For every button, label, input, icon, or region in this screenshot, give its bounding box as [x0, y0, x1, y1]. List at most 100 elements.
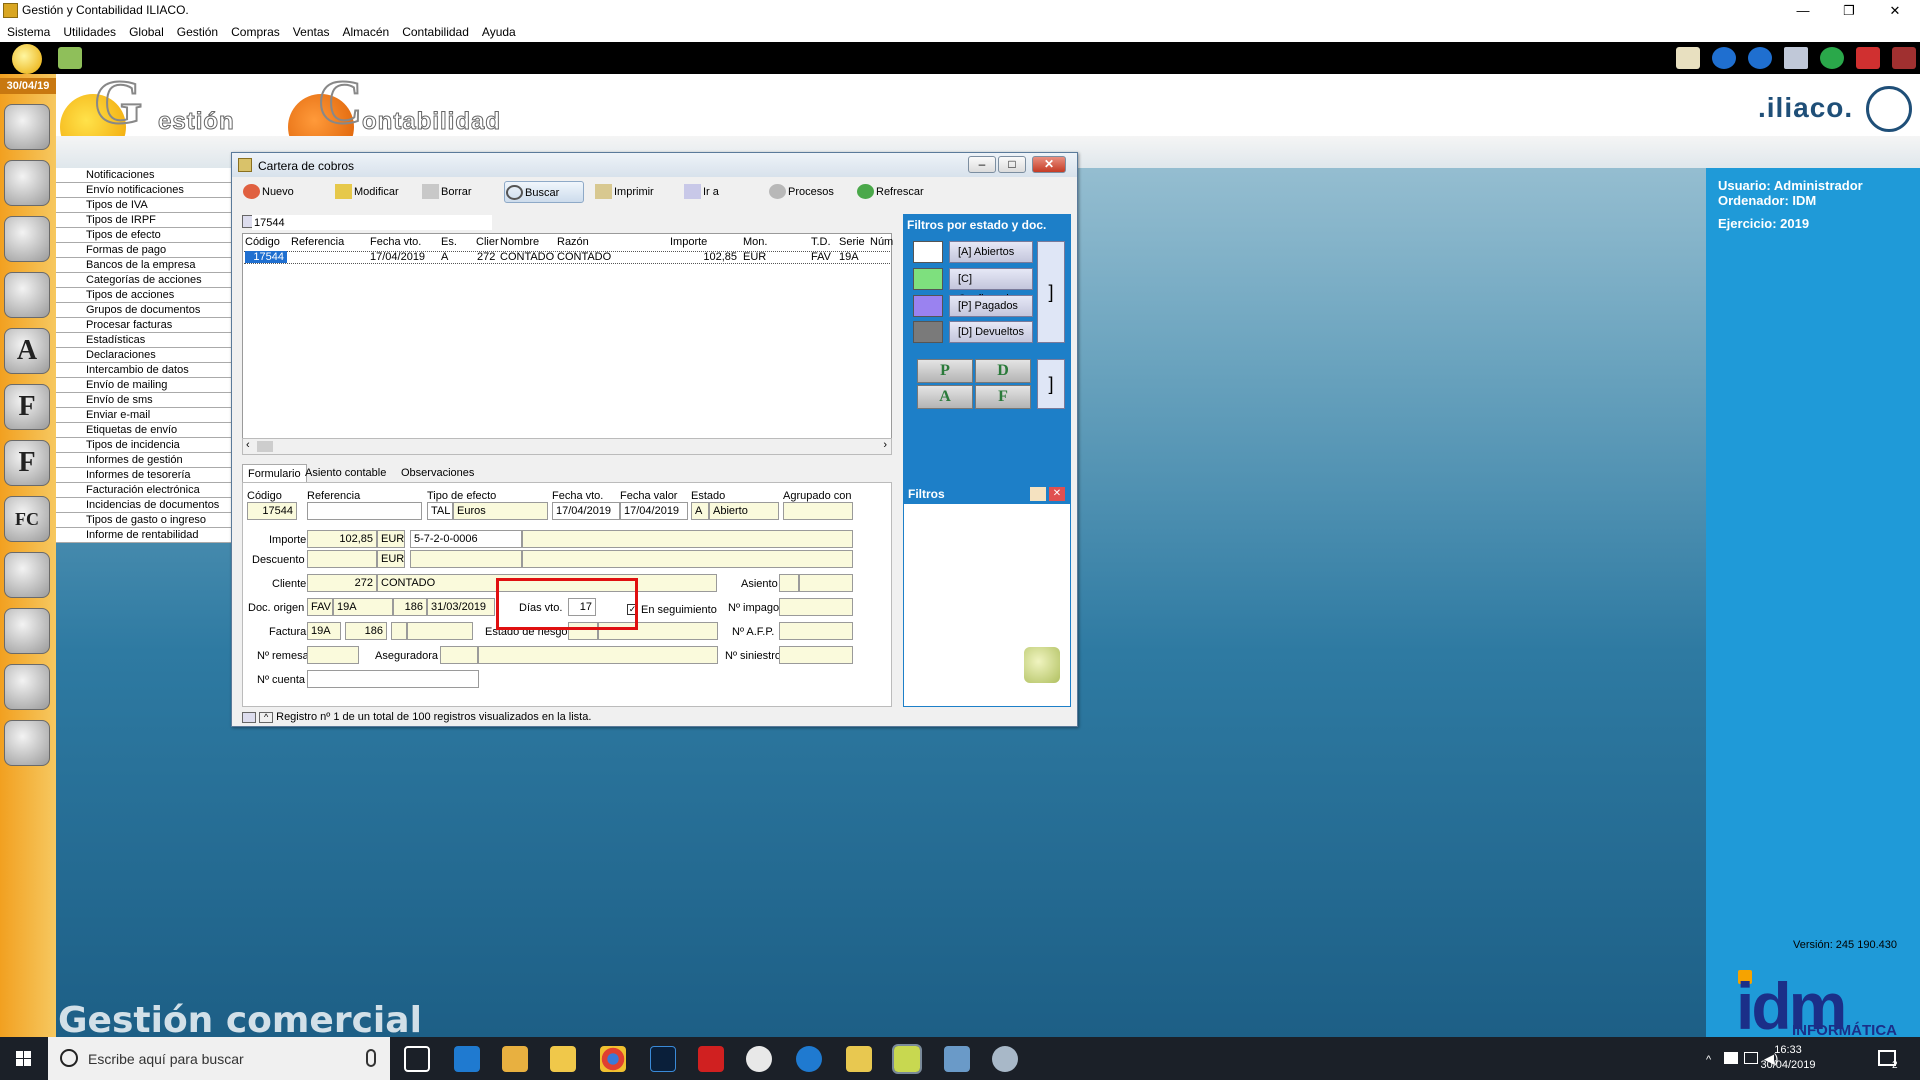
close-all-icon[interactable]: [1892, 47, 1916, 69]
tab-observaciones[interactable]: Observaciones: [396, 464, 479, 482]
grid-header-razon[interactable]: Razón: [557, 236, 589, 248]
minimize-button[interactable]: —: [1780, 0, 1826, 22]
letter-d-filter[interactable]: D: [975, 359, 1031, 383]
app-red-icon[interactable]: [746, 1046, 772, 1072]
sidemenu-item[interactable]: Categorías de acciones: [56, 273, 232, 288]
field-n-remesa[interactable]: [307, 646, 359, 664]
microphone-icon[interactable]: [366, 1049, 376, 1067]
filter-abiertos-button[interactable]: [A] Abiertos: [949, 241, 1033, 263]
field-cliente-code[interactable]: 272: [307, 574, 377, 592]
sidemenu-item[interactable]: Envío de sms: [56, 393, 232, 408]
procesos-button[interactable]: Procesos: [768, 181, 834, 203]
field-aseguradora-name[interactable]: [478, 646, 718, 664]
field-n-afp[interactable]: [779, 622, 853, 640]
tray-chevron-icon[interactable]: ^: [1706, 1054, 1711, 1066]
sidemenu-item[interactable]: Tipos de acciones: [56, 288, 232, 303]
field-doc-serie[interactable]: 19A: [333, 598, 393, 616]
field-tipo-name[interactable]: Euros: [453, 502, 548, 520]
field-descuento-cuenta[interactable]: [410, 550, 522, 568]
cell-serie[interactable]: 19A: [839, 251, 859, 263]
menu-ayuda[interactable]: Ayuda: [475, 22, 522, 39]
bag-green-icon[interactable]: [4, 552, 50, 598]
field-doc-td[interactable]: FAV: [307, 598, 333, 616]
letter-a-icon[interactable]: A: [4, 328, 50, 374]
cell-razon[interactable]: CONTADO: [557, 251, 611, 263]
cell-moneda[interactable]: EUR: [743, 251, 766, 263]
iliaco-task-icon[interactable]: [846, 1046, 872, 1072]
search-input[interactable]: [252, 215, 492, 230]
filtros-close-icon[interactable]: ✕: [1049, 487, 1065, 501]
sidemenu-item[interactable]: Intercambio de datos: [56, 363, 232, 378]
field-asiento-a[interactable]: [779, 574, 799, 592]
menu-sistema[interactable]: Sistema: [0, 22, 56, 39]
grid-header-td[interactable]: T.D.: [811, 236, 831, 248]
filter-confirmados-button[interactable]: [C] Confirmados: [949, 268, 1033, 305]
field-importe[interactable]: 102,85: [307, 530, 377, 548]
window-maximize-button[interactable]: □: [998, 156, 1026, 173]
field-n-impago[interactable]: [779, 598, 853, 616]
grid-header-fecha-vto[interactable]: Fecha vto.: [370, 236, 421, 248]
field-estado-name[interactable]: Abierto: [709, 502, 779, 520]
field-factura-serie[interactable]: 19A: [307, 622, 341, 640]
grid-header-cliente[interactable]: Clier: [476, 236, 499, 248]
back-arrow-icon[interactable]: [1712, 47, 1736, 69]
tab-asiento-contable[interactable]: Asiento contable: [300, 464, 391, 482]
mail-icon[interactable]: [1676, 47, 1700, 69]
letter-fc-icon[interactable]: FC: [4, 496, 50, 542]
grid-header-referencia[interactable]: Referencia: [291, 236, 344, 248]
folder-icon[interactable]: [550, 1046, 576, 1072]
grid-header-es[interactable]: Es.: [441, 236, 457, 248]
field-agrupado[interactable]: [783, 502, 853, 520]
windows-list-icon[interactable]: [1784, 47, 1808, 69]
sidemenu-item[interactable]: Enviar e-mail: [56, 408, 232, 423]
start-button[interactable]: [0, 1037, 48, 1080]
horizontal-scrollbar[interactable]: ‹ ›: [242, 438, 892, 455]
cell-td[interactable]: FAV: [811, 251, 831, 263]
menu-contabilidad[interactable]: Contabilidad: [395, 22, 475, 39]
menu-utilidades[interactable]: Utilidades: [56, 22, 122, 39]
taskbar-search[interactable]: Escribe aquí para buscar: [48, 1037, 390, 1080]
filters-doc-bracket[interactable]: ]: [1037, 359, 1065, 409]
sidemenu-item[interactable]: Tipos de incidencia: [56, 438, 232, 453]
iliaco-active-task-icon[interactable]: [892, 1044, 922, 1074]
user-icon[interactable]: [4, 160, 50, 206]
field-tipo-code[interactable]: TAL: [427, 502, 453, 520]
window-close-button[interactable]: ✕: [1032, 156, 1066, 173]
letter-f-orange-icon[interactable]: F: [4, 440, 50, 486]
tools-task-icon[interactable]: [992, 1046, 1018, 1072]
cell-nombre[interactable]: CONTADO: [500, 251, 554, 263]
task-view-icon[interactable]: [404, 1046, 430, 1072]
collapse-icon[interactable]: ^: [259, 711, 274, 723]
bag-orange-icon[interactable]: [4, 608, 50, 654]
sidemenu-item[interactable]: Envío de mailing: [56, 378, 232, 393]
disc-icon[interactable]: [4, 720, 50, 766]
cell-fecha-vto[interactable]: 17/04/2019: [370, 251, 425, 263]
sidemenu-item[interactable]: Envío notificaciones: [56, 183, 232, 198]
sidemenu-item[interactable]: Tipos de IRPF: [56, 213, 232, 228]
grid-header-nombre[interactable]: Nombre: [500, 236, 539, 248]
field-n-cuenta[interactable]: [307, 670, 479, 688]
photoshop-icon[interactable]: [650, 1046, 676, 1072]
ira-button[interactable]: Ir a: [683, 181, 719, 203]
field-fecha-valor[interactable]: 17/04/2019: [620, 502, 688, 520]
sidemenu-item[interactable]: Bancos de la empresa: [56, 258, 232, 273]
letter-f-icon[interactable]: F: [4, 384, 50, 430]
explorer-folder-icon[interactable]: [502, 1046, 528, 1072]
sidemenu-item[interactable]: Declaraciones: [56, 348, 232, 363]
sidemenu-item[interactable]: Estadísticas: [56, 333, 232, 348]
buscar-button[interactable]: Buscar: [504, 181, 584, 203]
user-p-icon[interactable]: [4, 216, 50, 262]
scroll-right-icon[interactable]: ›: [883, 439, 887, 451]
field-cuenta-descripcion[interactable]: [522, 530, 853, 548]
home-orb-icon[interactable]: [12, 44, 42, 74]
close-window-icon[interactable]: [1856, 47, 1880, 69]
edge-icon[interactable]: [454, 1046, 480, 1072]
field-doc-fecha[interactable]: 31/03/2019: [427, 598, 495, 616]
dx-icon[interactable]: [698, 1046, 724, 1072]
field-descuento-moneda[interactable]: EUR: [377, 550, 405, 568]
sidemenu-item[interactable]: Formas de pago: [56, 243, 232, 258]
pin-icon[interactable]: [1030, 487, 1046, 501]
field-aseguradora-code[interactable]: [440, 646, 478, 664]
field-codigo[interactable]: 17544: [247, 502, 297, 520]
report-list-icon[interactable]: [4, 664, 50, 710]
